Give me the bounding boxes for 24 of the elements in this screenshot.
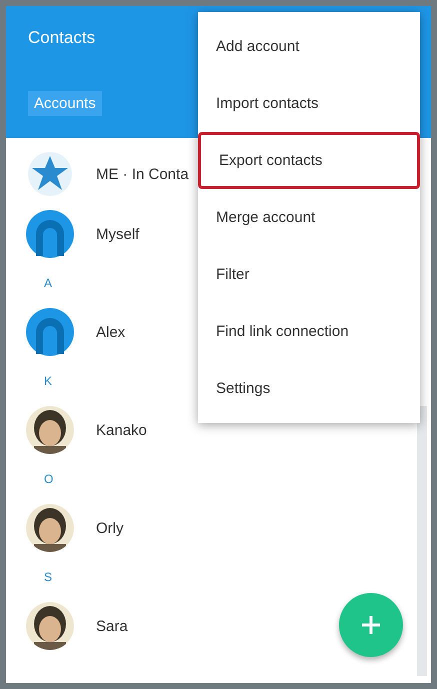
menu-item[interactable]: Find link connection: [198, 303, 420, 360]
menu-item[interactable]: Export contacts: [198, 132, 420, 189]
contact-name[interactable]: ME · In Conta: [96, 166, 189, 182]
avatar-icon: [26, 308, 74, 356]
menu-item[interactable]: Merge account: [198, 189, 420, 246]
add-button[interactable]: [339, 593, 403, 657]
menu-item[interactable]: Settings: [198, 360, 420, 417]
contact-name[interactable]: Kanako: [96, 422, 147, 438]
plus-icon: [360, 614, 382, 636]
menu-item[interactable]: Filter: [198, 246, 420, 303]
index-letter: K: [44, 374, 52, 388]
index-letter: O: [44, 472, 54, 486]
app-title: Contacts: [28, 28, 96, 48]
contact-name[interactable]: Myself: [96, 226, 140, 242]
menu-item[interactable]: Add account: [198, 18, 420, 75]
contact-name[interactable]: Sara: [96, 618, 128, 634]
alphabet-index[interactable]: [417, 406, 427, 676]
menu-item[interactable]: Import contacts: [198, 75, 420, 132]
index-letter: A: [44, 276, 52, 290]
star-logo-icon: [26, 150, 74, 198]
index-letter: S: [44, 570, 52, 584]
contact-name[interactable]: Alex: [96, 324, 126, 340]
avatar-icon: [26, 210, 74, 258]
contact-name[interactable]: Orly: [96, 520, 124, 536]
